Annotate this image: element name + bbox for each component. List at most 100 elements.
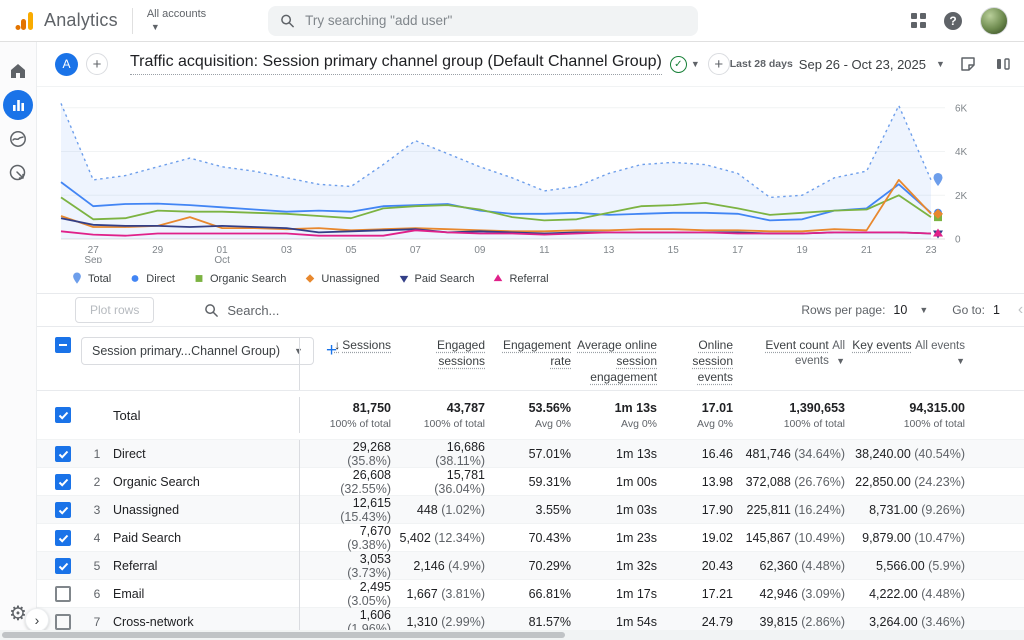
left-nav: ⚙ bbox=[0, 42, 37, 640]
legend-item-paid-search: Paid Search bbox=[398, 272, 475, 285]
date-range-value: Sep 26 - Oct 23, 2025 bbox=[799, 57, 926, 72]
pagination: Rows per page: 10 ▼ Go to: 1 ‹ 1-10 of 1… bbox=[801, 301, 1024, 319]
sidebar-item-reports[interactable] bbox=[0, 88, 36, 122]
title-menu-chevron-icon[interactable]: ▼ bbox=[691, 59, 700, 69]
app-title: Analytics bbox=[44, 10, 118, 31]
add-report-button[interactable]: + bbox=[708, 53, 730, 75]
column-header-sessions[interactable]: ↓Sessions bbox=[299, 337, 397, 390]
column-header-key-events[interactable]: Key events All events ▼ bbox=[851, 337, 971, 367]
svg-text:2K: 2K bbox=[955, 191, 968, 202]
legend-item-referral: Referral bbox=[492, 272, 548, 285]
channel-name: Direct bbox=[113, 447, 299, 461]
svg-text:03: 03 bbox=[281, 245, 293, 256]
top-header: Analytics All accounts ▼ ? bbox=[0, 0, 1024, 42]
svg-text:09: 09 bbox=[474, 245, 486, 256]
svg-text:6K: 6K bbox=[955, 103, 968, 114]
help-icon[interactable]: ? bbox=[944, 12, 962, 30]
account-switcher-label: All accounts bbox=[147, 9, 206, 20]
avatar[interactable] bbox=[980, 7, 1008, 35]
svg-text:Oct: Oct bbox=[214, 255, 230, 263]
svg-text:4K: 4K bbox=[955, 147, 968, 158]
channel-name: Referral bbox=[113, 559, 299, 573]
row-checkbox[interactable] bbox=[55, 586, 71, 602]
metric-filter[interactable]: All events ▼ bbox=[915, 340, 965, 367]
home-icon bbox=[8, 61, 28, 81]
sidebar-item-advertising[interactable] bbox=[0, 156, 36, 190]
row-checkbox[interactable] bbox=[55, 474, 71, 490]
notes-button[interactable] bbox=[959, 55, 977, 73]
column-header-event-count[interactable]: Event count All events ▼ bbox=[739, 337, 851, 367]
compare-button[interactable] bbox=[994, 55, 1012, 73]
explore-icon bbox=[8, 129, 28, 149]
global-search[interactable] bbox=[268, 6, 698, 36]
svg-text:Sep: Sep bbox=[84, 255, 102, 263]
table-toolbar: Plot rows Search... Rows per page: 10 ▼ … bbox=[37, 293, 1024, 327]
prev-page-icon[interactable]: ‹ bbox=[1018, 301, 1023, 319]
table-row[interactable]: 4 Paid Search7,670 (9.38%)5,402 (12.34%)… bbox=[37, 523, 1024, 551]
channel-name: Cross-network bbox=[113, 615, 299, 629]
row-checkbox[interactable] bbox=[55, 558, 71, 574]
column-header-online-session-events[interactable]: Online session events bbox=[663, 337, 739, 385]
row-checkbox[interactable] bbox=[55, 337, 71, 353]
note-icon bbox=[959, 55, 977, 73]
svg-text:23: 23 bbox=[925, 245, 937, 256]
row-checkbox[interactable] bbox=[55, 502, 71, 518]
chart-legend: TotalDirectOrganic SearchUnassignedPaid … bbox=[51, 266, 1024, 293]
row-checkbox[interactable] bbox=[55, 446, 71, 462]
expand-nav-button[interactable]: › bbox=[25, 608, 49, 632]
header-actions: ? bbox=[911, 7, 1024, 35]
sort-desc-icon: ↓ bbox=[334, 338, 340, 352]
svg-text:21: 21 bbox=[861, 245, 873, 256]
filter-chevron-icon: ▼ bbox=[956, 356, 965, 366]
goto-label: Go to: bbox=[952, 303, 985, 317]
sidebar-item-home[interactable] bbox=[0, 54, 36, 88]
compare-icon bbox=[994, 55, 1012, 73]
search-icon bbox=[280, 13, 295, 29]
report-title-bar: A + Traffic acquisition: Session primary… bbox=[37, 42, 1024, 86]
goto-value[interactable]: 1 bbox=[993, 303, 1000, 317]
table-row[interactable]: 6 Email2,495 (3.05%)1,667 (3.81%)66.81%1… bbox=[37, 579, 1024, 607]
analytics-logo[interactable]: Analytics bbox=[0, 10, 118, 32]
table-row[interactable]: 5 Referral3,053 (3.73%)2,146 (4.9%)70.29… bbox=[37, 551, 1024, 579]
table-search[interactable]: Search... bbox=[204, 303, 279, 318]
rows-per-page-chevron-icon[interactable]: ▼ bbox=[919, 305, 928, 315]
legend-marker-icon bbox=[304, 272, 316, 285]
row-checkbox[interactable] bbox=[55, 530, 71, 546]
column-header-average-online-session-engagement[interactable]: Average online session engagement bbox=[577, 337, 663, 385]
row-checkbox[interactable] bbox=[55, 407, 71, 423]
legend-item-organic-search: Organic Search bbox=[193, 272, 286, 285]
date-range-picker[interactable]: Last 28 days Sep 26 - Oct 23, 2025 ▼ bbox=[730, 57, 945, 72]
filter-chevron-icon: ▼ bbox=[836, 356, 845, 366]
svg-text:17: 17 bbox=[732, 245, 744, 256]
svg-text:19: 19 bbox=[797, 245, 809, 256]
account-badge[interactable]: A bbox=[55, 53, 78, 76]
apps-grid-icon[interactable] bbox=[911, 13, 926, 28]
chevron-down-icon: ▼ bbox=[151, 22, 160, 33]
svg-text:15: 15 bbox=[668, 245, 680, 256]
chart-section: 02K4K6K27Sep2901Oct030507091113151719212… bbox=[37, 86, 1024, 293]
svg-text:0: 0 bbox=[955, 235, 961, 246]
plot-rows-button[interactable]: Plot rows bbox=[75, 297, 154, 323]
table-search-placeholder: Search... bbox=[227, 303, 279, 318]
add-comparison-button[interactable]: + bbox=[86, 53, 108, 75]
sidebar-item-explore[interactable] bbox=[0, 122, 36, 156]
horizontal-scrollbar[interactable] bbox=[0, 630, 1024, 640]
account-switcher[interactable]: All accounts ▼ bbox=[147, 9, 206, 33]
page-title[interactable]: Traffic acquisition: Session primary cha… bbox=[130, 53, 662, 75]
table-row[interactable]: 1 Direct29,268 (35.8%)16,686 (38.11%)57.… bbox=[37, 439, 1024, 467]
table-row[interactable]: 2 Organic Search26,608 (32.55%)15,781 (3… bbox=[37, 467, 1024, 495]
date-preset-label: Last 28 days bbox=[730, 58, 793, 70]
horizontal-scroll-thumb[interactable] bbox=[2, 632, 565, 638]
legend-marker-icon bbox=[492, 272, 504, 285]
dimension-selector[interactable]: Session primary...Channel Group)▼ bbox=[81, 337, 314, 365]
total-label: Total bbox=[113, 408, 299, 423]
global-search-input[interactable] bbox=[305, 13, 686, 28]
column-header-engagement-rate[interactable]: Engagement rate bbox=[491, 337, 577, 369]
rows-per-page-label: Rows per page: bbox=[801, 303, 885, 317]
column-header-engaged-sessions[interactable]: Engaged sessions bbox=[397, 337, 491, 369]
table-search-icon bbox=[204, 303, 219, 318]
channel-name: Email bbox=[113, 587, 299, 601]
table-row[interactable]: 3 Unassigned12,615 (15.43%)448 (1.02%)3.… bbox=[37, 495, 1024, 523]
row-checkbox[interactable] bbox=[55, 614, 71, 630]
rows-per-page-value[interactable]: 10 bbox=[893, 303, 907, 317]
